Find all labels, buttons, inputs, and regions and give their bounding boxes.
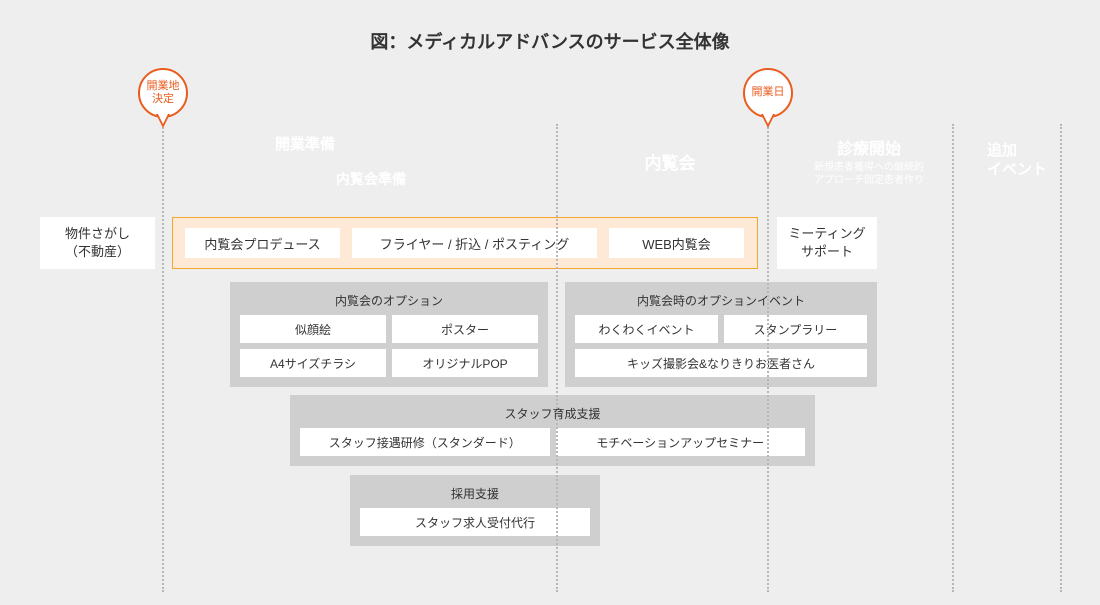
arrow-preview-prep: 内覧会準備 [172, 163, 570, 195]
vline-5 [1060, 124, 1062, 592]
peach-panel: 内覧会プロデュース フライヤー / 折込 / ポスティング WEB内覧会 [172, 217, 758, 269]
arrow-extra-label: 追加イベント [987, 142, 1047, 180]
chip-staff-0: スタッフ接遇研修（スタンダード） [300, 428, 550, 456]
box-realestate-label: 物件さがし（不動産） [65, 225, 130, 260]
panel-options-a: 内覧会のオプション 似顔絵 ポスター A4サイズチラシ オリジナルPOP [230, 282, 548, 387]
panel-staff: スタッフ育成支援 スタッフ接遇研修（スタンダード） モチベーションアップセミナー [290, 395, 815, 466]
chip-opt-a-0: 似顔絵 [240, 315, 386, 343]
pin-tail-icon [156, 114, 170, 128]
panel-staff-hd: スタッフ育成支援 [300, 403, 805, 428]
arrow-preview-label: 内覧会 [645, 149, 696, 174]
panel-options-a-hd: 内覧会のオプション [240, 290, 538, 315]
chip-opt-a-2: A4サイズチラシ [240, 349, 386, 377]
arrow-start-sub: 新規患者獲得への継続的アプローチ固定患者作り [814, 162, 924, 187]
chip-flyer: フライヤー / 折込 / ポスティング [352, 228, 597, 258]
chip-opt-b-1: スタンプラリー [724, 315, 867, 343]
arrow-prep: 開業準備 [40, 127, 570, 160]
arrow-start: 診療開始 新規患者獲得への継続的アプローチ固定患者作り [770, 127, 968, 195]
diagram-stage: 図：メディカルアドバンスのサービス全体像 開業地決定 開業日 開業準備 内覧会準… [0, 0, 1100, 605]
vline-1 [162, 124, 164, 592]
diagram-title: 図：メディカルアドバンスのサービス全体像 [0, 28, 1100, 54]
box-meeting: ミーティングサポート [777, 217, 877, 269]
chip-web: WEB内覧会 [609, 228, 744, 258]
chip-opt-b-2: キッズ撮影会&なりきりお医者さん [575, 349, 867, 377]
chip-opt-b-0: わくわくイベント [575, 315, 718, 343]
box-realestate: 物件さがし（不動産） [40, 217, 155, 269]
arrow-preview: 内覧会 [556, 127, 784, 195]
arrow-prep-label: 開業準備 [275, 133, 335, 154]
panel-options-b: 内覧会時のオプションイベント わくわくイベント スタンプラリー キッズ撮影会&な… [565, 282, 877, 387]
arrow-extra: 追加イベント [957, 127, 1077, 195]
box-meeting-label: ミーティングサポート [788, 225, 865, 260]
panel-options-b-hd: 内覧会時のオプションイベント [575, 290, 867, 315]
pin-openday: 開業日 [743, 68, 793, 134]
chip-produce: 内覧会プロデュース [185, 228, 340, 258]
chip-opt-a-1: ポスター [392, 315, 538, 343]
arrow-start-label: 診療開始 [837, 135, 901, 159]
pin-openday-label: 開業日 [743, 68, 793, 118]
pin-decision-label: 開業地決定 [138, 68, 188, 118]
arrow-preview-prep-label: 内覧会準備 [336, 169, 406, 189]
vline-4 [952, 124, 954, 592]
panel-recruit: 採用支援 スタッフ求人受付代行 [350, 475, 600, 546]
chip-opt-a-3: オリジナルPOP [392, 349, 538, 377]
pin-tail-icon [761, 114, 775, 128]
vline-2 [556, 124, 558, 592]
vline-3 [767, 124, 769, 592]
pin-decision: 開業地決定 [138, 68, 188, 134]
